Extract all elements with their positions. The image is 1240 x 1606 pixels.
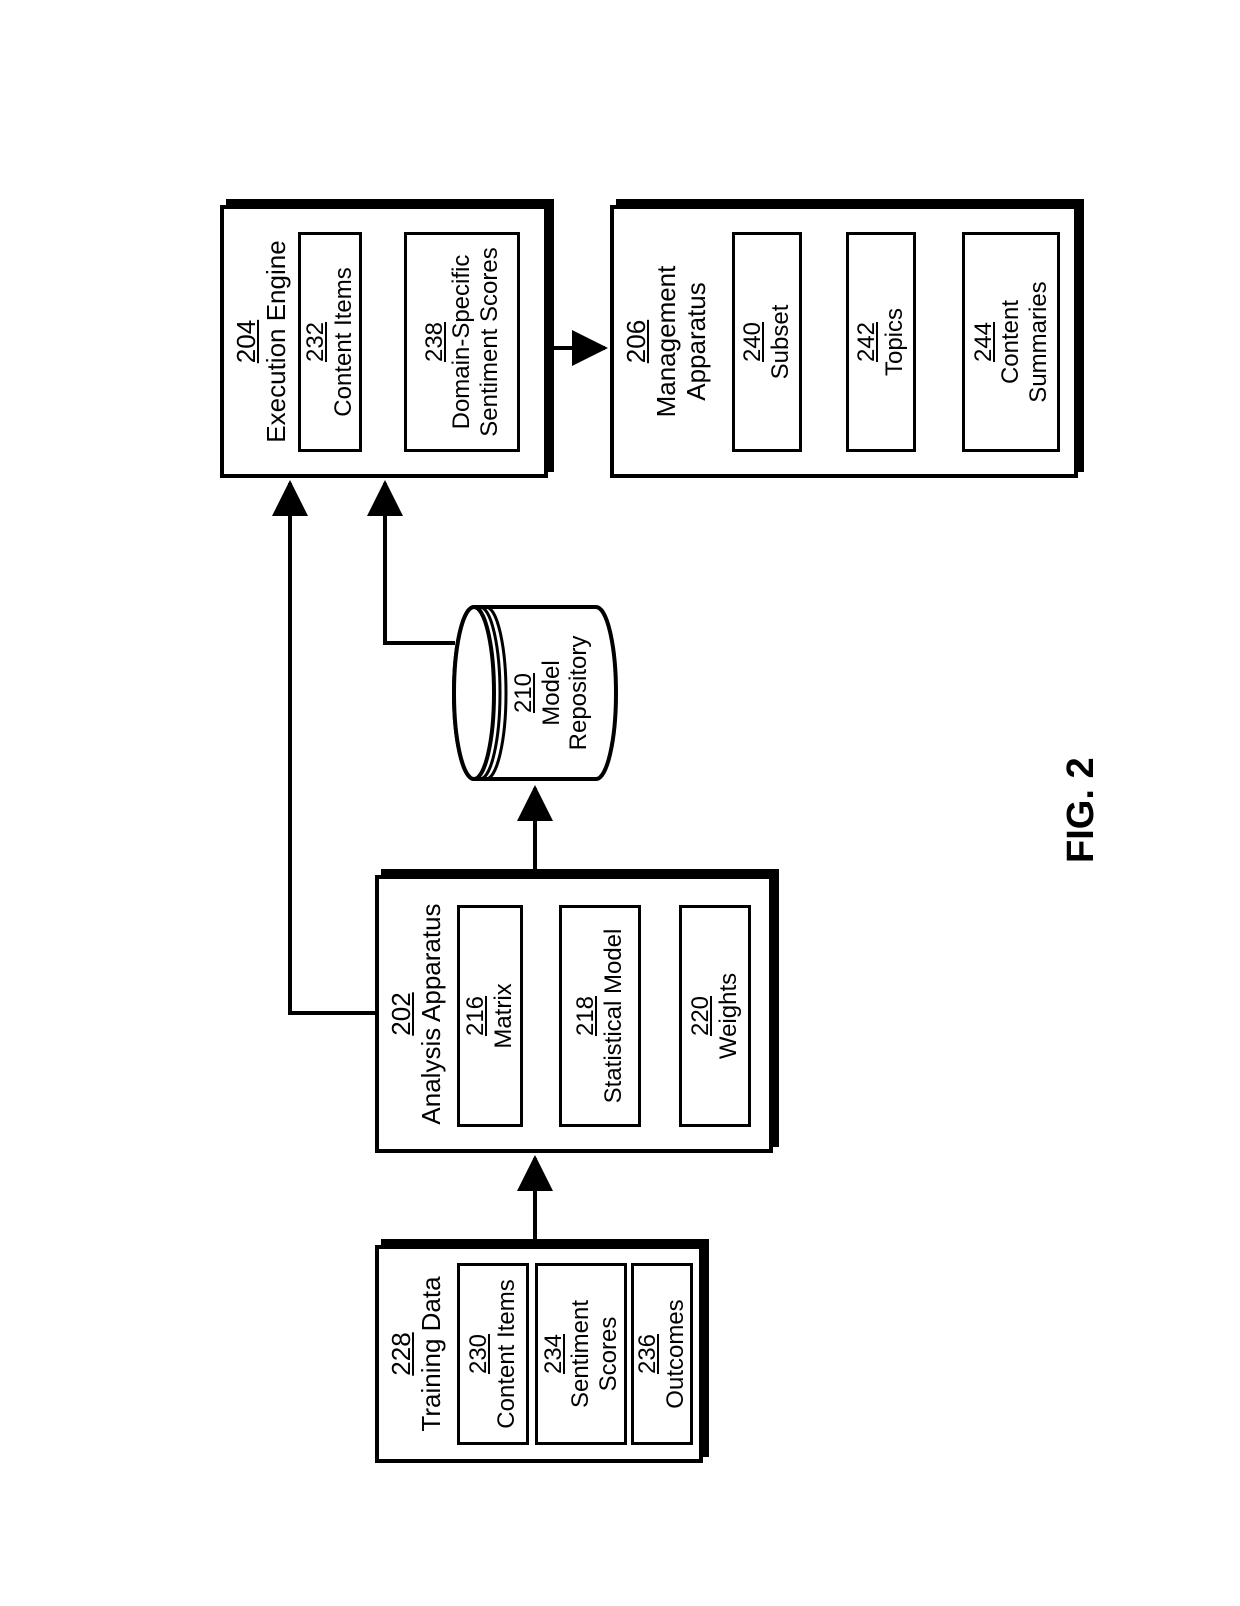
mgmt-label1: Management: [652, 209, 682, 474]
mgmt-ref: 206: [622, 209, 652, 474]
training-ref: 228: [387, 1249, 417, 1459]
training-outcomes: 236 Outcomes: [631, 1263, 693, 1445]
mgmt-topics: 242 Topics: [846, 232, 916, 452]
management-apparatus-block: 206 Management Apparatus 240 Subset 242 …: [610, 205, 1078, 478]
exec-content-items: 232 Content Items: [298, 232, 362, 452]
exec-ref: 204: [232, 209, 262, 474]
figure-label: FIG. 2: [1060, 757, 1103, 863]
analysis-ref: 202: [387, 879, 417, 1149]
training-sentiment-scores: 234 Sentiment Scores: [535, 1263, 627, 1445]
mgmt-label2: Apparatus: [682, 209, 712, 474]
mgmt-subset: 240 Subset: [732, 232, 802, 452]
training-label: Training Data: [417, 1249, 447, 1459]
model-repository: 210 Model Repository: [450, 603, 620, 783]
analysis-weights: 220 Weights: [679, 905, 751, 1127]
training-data-block: 228 Training Data 230 Content Items 234 …: [375, 1245, 703, 1463]
analysis-matrix: 216 Matrix: [457, 905, 523, 1127]
training-content-items: 230 Content Items: [457, 1263, 529, 1445]
analysis-statistical-model: 218 Statistical Model: [559, 905, 641, 1127]
mgmt-content-summaries: 244 Content Summaries: [962, 232, 1060, 452]
exec-domain-specific-scores: 238 Domain-Specific Sentiment Scores: [404, 232, 520, 452]
execution-engine-block: 204 Execution Engine 232 Content Items 2…: [220, 205, 548, 478]
exec-label: Execution Engine: [262, 209, 292, 474]
analysis-label: Analysis Apparatus: [417, 879, 447, 1149]
analysis-apparatus-block: 202 Analysis Apparatus 216 Matrix 218 St…: [375, 875, 773, 1153]
